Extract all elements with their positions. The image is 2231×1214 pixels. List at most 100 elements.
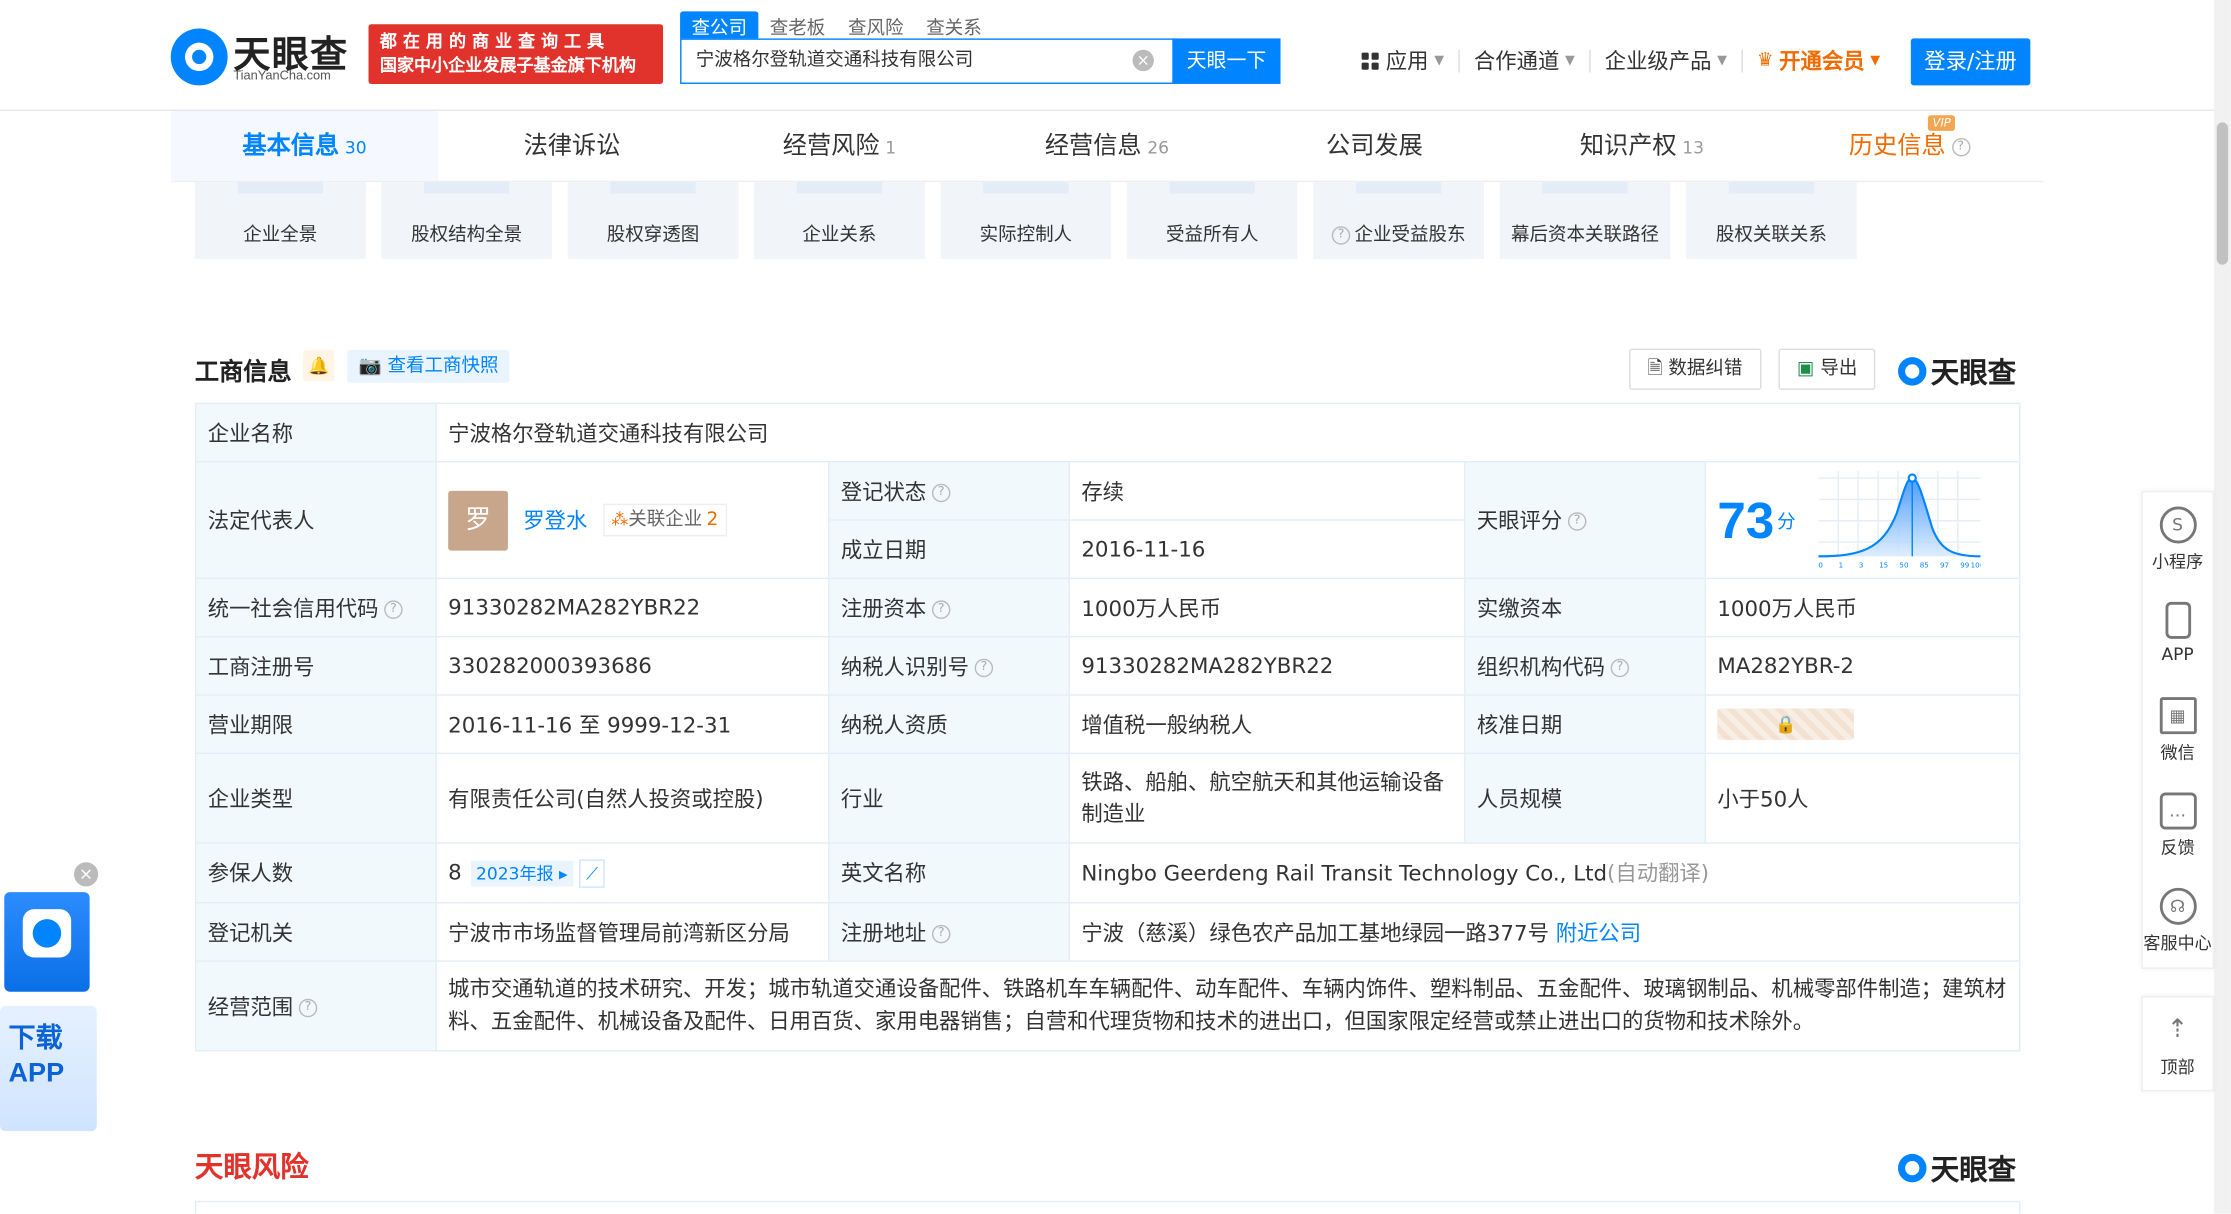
nav-partner[interactable]: 合作通道 ▼ [1474,46,1575,76]
logo-eye-icon [170,28,228,86]
nav-vip[interactable]: ♛ 开通会员 ▼ [1757,46,1880,76]
scope-label: 经营范围? [194,960,437,1052]
help-icon[interactable]: ? [931,924,951,943]
page-scrollbar[interactable] [2213,0,2231,1214]
search-input[interactable]: 宁波格尔登轨道交通科技有限公司 [680,38,1174,84]
help-icon[interactable]: ? [384,599,403,619]
tianyancha-logo[interactable]: 天眼查 TianYanCha.com [170,26,365,86]
founded-value: 2016-11-16 [1068,519,1466,580]
shortcut-overview[interactable]: 企业全景 [194,182,366,259]
nearby-companies-link[interactable]: 附近公司 [1556,920,1641,946]
scrollbar-thumb[interactable] [2216,122,2229,265]
mini-program-label: 小程序 [2151,552,2204,572]
shortcut-beneficial-owner[interactable]: 受益所有人 [1126,182,1298,259]
export-button[interactable]: ▣ 导出 [1778,348,1876,390]
search-button[interactable]: 天眼一下 [1172,38,1281,84]
english-name-value: Ningbo Geerdeng Rail Transit Technology … [1081,860,1608,887]
trend-chart-icon[interactable]: ⟋ [579,858,606,888]
table-row: 企业名称 宁波格尔登轨道交通科技有限公司 [194,402,2021,463]
search-tab-relation[interactable]: 查关系 [915,11,993,41]
divider [1741,49,1743,72]
snapshot-button[interactable]: 📷 查看工商快照 [347,350,510,383]
app-label: APP [2161,644,2194,665]
feedback-label: 反馈 [2160,838,2195,858]
search-tab-risk[interactable]: 查风险 [837,11,915,41]
score-axis-tick: 85 [1920,560,1929,569]
staff-label: 人员规模 [1464,752,1706,844]
help-icon[interactable]: ? [974,658,994,677]
credit-code-value: 91330282MA282YBR22 [435,577,830,638]
shortcut-capital-path[interactable]: 幕后资本关联路径 [1499,182,1671,259]
lock-icon[interactable]: 🔒 [1717,708,1854,740]
shortcut-controller[interactable]: 实际控制人 [940,182,1112,259]
tab-operating-info[interactable]: 经营信息 26 [973,111,1240,181]
shortcut-equity-penetration[interactable]: 股权穿透图 [567,182,739,259]
mini-program-icon: S [2159,506,2197,544]
excel-icon: ▣ [1796,358,1815,380]
legal-rep-link[interactable]: 罗登水 [523,508,587,534]
tab-operating-risk[interactable]: 经营风险 1 [706,111,973,181]
shortcut-equity-structure[interactable]: 股权结构全景 [381,182,553,259]
credit-code-label-text: 统一社会信用代码 [207,595,379,622]
nav-apps[interactable]: 应用 ▼ [1361,46,1444,76]
term-label: 营业期限 [194,694,437,755]
company-tabs: 基本信息 30 法律诉讼 经营风险 1 经营信息 26 公司发展 知识产权 13 历史信… [170,110,2044,183]
close-icon[interactable]: × [73,862,99,887]
help-icon[interactable]: ? [1951,137,1970,156]
help-icon[interactable]: ? [931,483,951,502]
score-unit: 分 [1777,512,1796,534]
tab-development[interactable]: 公司发展 [1241,111,1508,181]
search-tab-company[interactable]: 查公司 [680,11,759,42]
mini-program-button[interactable]: S 小程序 [2143,492,2213,587]
help-icon[interactable]: ? [1610,658,1630,677]
download-app-float[interactable]: × 下载 APP [0,862,100,1132]
shortcut-relations[interactable]: 企业关系 [754,182,925,259]
taxpayer-id-label: 纳税人识别号? [828,635,1070,696]
app-button[interactable]: APP [2143,588,2213,683]
risk-section-logo: 天眼查 [1898,1147,2016,1188]
search-tab-boss[interactable]: 查老板 [758,11,836,41]
search-type-tabs: 查公司 查老板 查风险 查关系 [680,11,993,42]
org-code-label: 组织机构代码? [1464,635,1706,696]
data-correction-button[interactable]: 🗎 数据纠错 [1629,348,1761,390]
table-row: 经营范围? 城市交通轨道的技术研究、开发；城市轨道交通设备配件、铁路机车车辆配件… [194,960,2021,1052]
related-companies-tag[interactable]: ⁂关联企业 2 [602,503,727,537]
tab-legal[interactable]: 法律诉讼 [438,111,705,181]
org-code-label-text: 组织机构代码 [1476,653,1605,680]
phone-icon [2164,601,2191,639]
help-icon[interactable]: ? [298,998,318,1017]
avatar: 罗 [448,490,508,550]
business-info-table: 企业名称 宁波格尔登轨道交通科技有限公司 法定代表人 罗 罗登水 ⁂关联企业 2 … [194,402,2021,1052]
clear-search-icon[interactable]: × [1132,49,1154,72]
nav-vip-label: 开通会员 [1779,48,1865,74]
industry-value: 铁路、船舶、航空航天和其他运输设备制造业 [1068,752,1466,844]
nav-enterprise-label: 企业级产品 [1604,48,1712,74]
download-app-text: 下载 APP [0,1005,97,1132]
business-info-header: 工商信息 🔔 📷 查看工商快照 🗎 数据纠错 ▣ 导出 天眼查 [195,348,2020,392]
login-register-button[interactable]: 登录/注册 [1910,38,2031,86]
insured-label: 参保人数 [194,842,437,904]
feedback-button[interactable]: … 反馈 [2143,778,2213,873]
back-to-top-button[interactable]: ⇡ 顶部 [2141,995,2214,1092]
tab-history[interactable]: 历史信息? VIP [1776,111,2043,181]
paid-capital-value: 1000万人民币 [1704,577,2021,638]
nav-enterprise[interactable]: 企业级产品 ▼ [1605,46,1727,76]
help-icon[interactable]: ? [931,599,951,619]
annual-report-tag[interactable]: 2023年报 ▸ [470,860,574,886]
wechat-button[interactable]: ▦ 微信 [2143,683,2213,778]
bell-icon[interactable]: 🔔 [303,350,335,382]
company-type-value: 有限责任公司(自然人投资或控股) [435,752,830,844]
tab-ip[interactable]: 知识产权 13 [1508,111,1775,181]
founded-label: 成立日期 [828,519,1070,580]
shortcut-beneficial-shareholder[interactable]: ? 企业受益股东 [1313,182,1484,259]
help-icon[interactable]: ? [1567,512,1587,531]
insured-cell: 8 2023年报 ▸ ⟋ [435,842,830,904]
reg-capital-label-text: 注册资本 [840,595,927,622]
chevron-down-icon: ▼ [1565,53,1575,68]
service-center-button[interactable]: ☊ 客服中心 [2143,874,2213,969]
score-cell[interactable]: 73分 0 1 3 15 50 85 97 99100 [1704,460,2021,580]
tab-basic-info[interactable]: 基本信息 30 [170,110,439,181]
slogan-banner: 都 在 用 的 商 业 查 询 工 具 国家中小企业发展子基金旗下机构 [368,24,664,84]
score-axis-tick: 1 [1839,560,1844,569]
shortcut-equity-relations[interactable]: 股权关联关系 [1686,182,1857,259]
